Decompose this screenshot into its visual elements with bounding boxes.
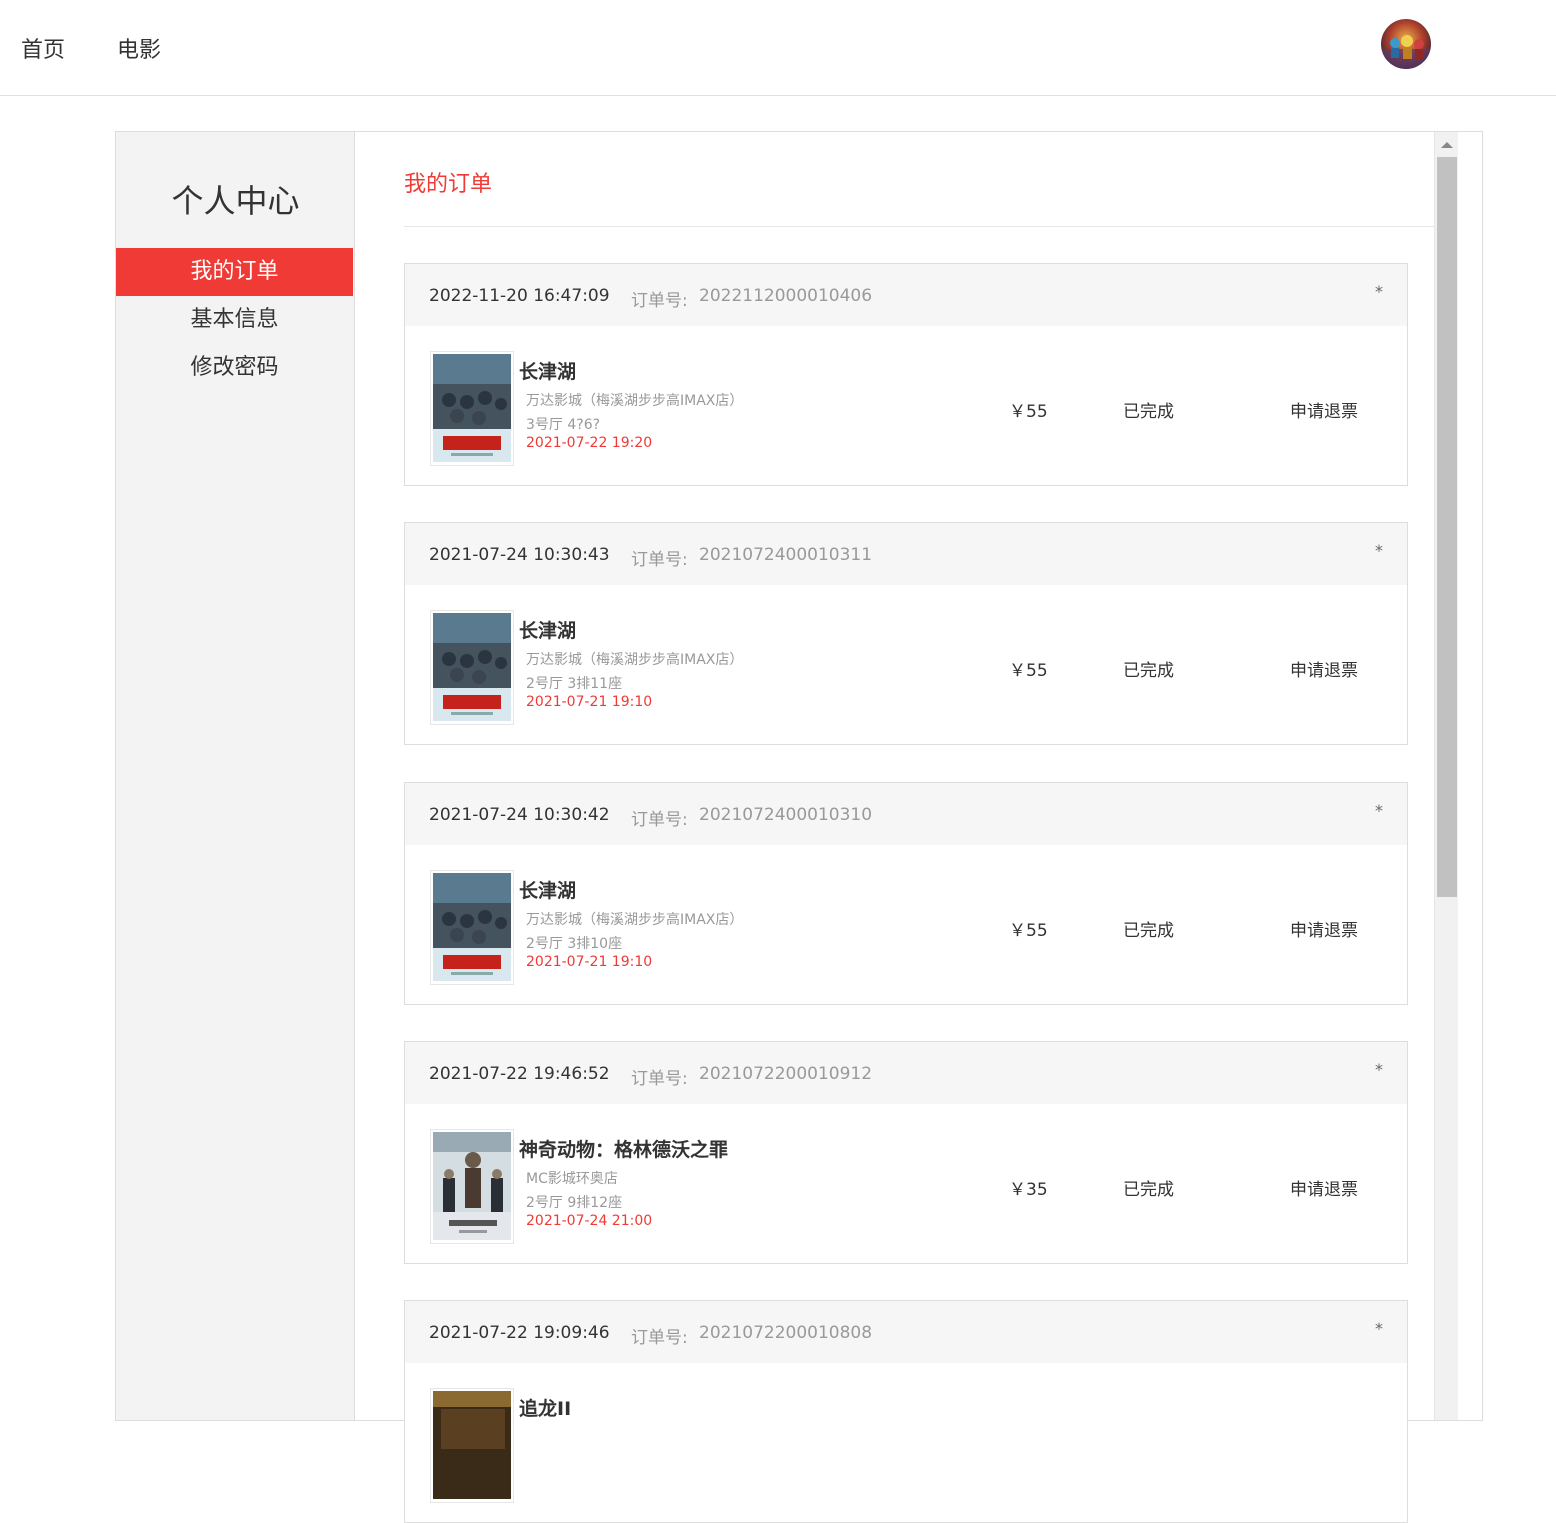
order-card: 2021-07-24 10:30:43 订单号: 202107240001031…	[404, 522, 1408, 745]
cinema-name: 万达影城（梅溪湖步步高IMAX店）	[526, 652, 744, 668]
title-divider	[404, 226, 1456, 227]
order-price: ￥35	[1009, 1180, 1048, 1200]
order-number-label: 订单号:	[631, 810, 688, 830]
order-time: 2021-07-24 10:30:42	[429, 805, 610, 825]
order-status: 已完成	[1123, 661, 1174, 681]
content-area: 我的订单 2022-11-20 16:47:09 订单号: 2022112000…	[356, 132, 1458, 1523]
delete-order-button[interactable]: *	[1375, 1060, 1383, 1079]
sidebar-item-change-password[interactable]: 修改密码	[116, 344, 353, 392]
delete-order-button[interactable]: *	[1375, 541, 1383, 560]
order-status: 已完成	[1123, 1180, 1174, 1200]
page-title: 我的订单	[404, 172, 493, 197]
cinema-name: 万达影城（梅溪湖步步高IMAX店）	[526, 912, 744, 928]
showtime: 2021-07-22 19:20	[526, 435, 653, 451]
order-number-label: 订单号:	[631, 1328, 688, 1348]
order-price: ￥55	[1009, 921, 1048, 941]
nav-movie-link[interactable]: 电影	[117, 32, 161, 64]
showtime: 2021-07-21 19:10	[526, 954, 653, 970]
order-time: 2021-07-24 10:30:43	[429, 545, 610, 565]
order-header: 2022-11-20 16:47:09 订单号: 202211200001040…	[405, 264, 1407, 326]
seat-info: 2号厅 3排11座	[526, 676, 623, 692]
order-header: 2021-07-22 19:09:46 订单号: 202107220001080…	[405, 1301, 1407, 1363]
movie-name[interactable]: 追龙II	[519, 1394, 571, 1421]
cinema-name: MC影城环奥店	[526, 1171, 618, 1187]
refund-button[interactable]: 申请退票	[1290, 397, 1358, 422]
movie-poster[interactable]	[430, 1388, 514, 1503]
order-time: 2021-07-22 19:09:46	[429, 1323, 610, 1343]
order-header: 2021-07-22 19:46:52 订单号: 202107220001091…	[405, 1042, 1407, 1104]
refund-button[interactable]: 申请退票	[1290, 916, 1358, 941]
seat-info: 2号厅 3排10座	[526, 936, 623, 952]
user-avatar[interactable]	[1381, 19, 1431, 69]
order-number: 2021072200010912	[699, 1064, 873, 1084]
order-card: 2021-07-22 19:09:46 订单号: 202107220001080…	[404, 1300, 1408, 1523]
movie-poster[interactable]	[430, 351, 514, 466]
scrollbar[interactable]	[1434, 132, 1458, 1420]
nav-home-link[interactable]: 首页	[21, 32, 65, 64]
delete-order-button[interactable]: *	[1375, 801, 1383, 820]
showtime: 2021-07-21 19:10	[526, 694, 653, 710]
order-price: ￥55	[1009, 661, 1048, 681]
order-card: 2022-11-20 16:47:09 订单号: 202211200001040…	[404, 263, 1408, 486]
order-status: 已完成	[1123, 921, 1174, 941]
order-header: 2021-07-24 10:30:42 订单号: 202107240001031…	[405, 783, 1407, 845]
cinema-name: 万达影城（梅溪湖步步高IMAX店）	[526, 393, 744, 409]
refund-button[interactable]: 申请退票	[1290, 656, 1358, 681]
delete-order-button[interactable]: *	[1375, 1319, 1383, 1338]
order-number: 2021072400010311	[699, 545, 873, 565]
order-card: 2021-07-22 19:46:52 订单号: 202107220001091…	[404, 1041, 1408, 1264]
sidebar-item-orders[interactable]: 我的订单	[116, 248, 353, 296]
user-center-frame: 个人中心 我的订单 基本信息 修改密码 我的订单 2022-11-20 16:4…	[115, 131, 1483, 1523]
movie-poster[interactable]	[430, 870, 514, 985]
order-number-label: 订单号:	[631, 1069, 688, 1089]
movie-poster[interactable]	[430, 610, 514, 725]
showtime: 2021-07-24 21:00	[526, 1213, 653, 1229]
order-header: 2021-07-24 10:30:43 订单号: 202107240001031…	[405, 523, 1407, 585]
order-time: 2022-11-20 16:47:09	[429, 286, 610, 306]
movie-poster[interactable]	[430, 1129, 514, 1244]
order-status: 已完成	[1123, 402, 1174, 422]
order-number-label: 订单号:	[631, 550, 688, 570]
seat-info: 3号厅 4?6?	[526, 417, 601, 433]
seat-info: 2号厅 9排12座	[526, 1195, 623, 1211]
delete-order-button[interactable]: *	[1375, 282, 1383, 301]
order-number-label: 订单号:	[631, 291, 688, 311]
movie-name[interactable]: 长津湖	[519, 616, 576, 643]
top-navbar: 首页 电影	[0, 0, 1556, 96]
sidebar: 个人中心 我的订单 基本信息 修改密码	[116, 132, 355, 1420]
order-number: 2021072200010808	[699, 1323, 873, 1343]
order-time: 2021-07-22 19:46:52	[429, 1064, 610, 1084]
scrollbar-thumb[interactable]	[1437, 157, 1457, 897]
refund-button[interactable]: 申请退票	[1290, 1175, 1358, 1200]
sidebar-item-basic-info[interactable]: 基本信息	[116, 296, 353, 344]
order-card: 2021-07-24 10:30:42 订单号: 202107240001031…	[404, 782, 1408, 1005]
order-price: ￥55	[1009, 402, 1048, 422]
movie-name[interactable]: 长津湖	[519, 357, 576, 384]
scroll-up-arrow-icon[interactable]	[1441, 142, 1453, 148]
order-number: 2022112000010406	[699, 286, 873, 306]
movie-name[interactable]: 神奇动物：格林德沃之罪	[519, 1135, 728, 1162]
movie-name[interactable]: 长津湖	[519, 876, 576, 903]
order-number: 2021072400010310	[699, 805, 873, 825]
sidebar-title: 个人中心	[171, 182, 300, 220]
